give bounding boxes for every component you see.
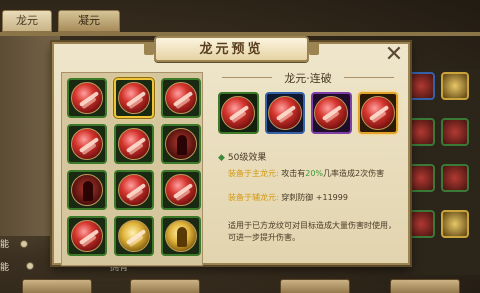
orb-slot[interactable] (67, 216, 107, 256)
set-slot-green[interactable] (218, 92, 259, 134)
effect-line-main: 装备于主龙元: 攻击有20%几率造成2次伤害 (228, 168, 400, 179)
slash-orb-icon (267, 96, 302, 130)
diamond-icon: ◆ (218, 153, 225, 163)
slash-orb-icon (118, 82, 150, 114)
background-button[interactable] (22, 279, 92, 293)
effect-line-aux: 装备于辅龙元: 穿刺防御 +11999 (228, 192, 400, 203)
modal-title-banner: 龙元预览 (144, 36, 319, 62)
set-title: 龙元·连破 (214, 70, 402, 86)
set-detail-panel: 龙元·连破 ◆ 50级效果 装备于主龙元: 攻击有20%几率造成2次伤害 装备于辅… (214, 62, 402, 266)
set-slot-purple[interactable] (311, 92, 352, 134)
set-slots-row (218, 92, 398, 136)
slash-orb-icon (165, 174, 197, 206)
effect-highlight: 20% (305, 169, 324, 178)
slash-orb-icon (165, 82, 197, 114)
figure-shape (177, 135, 187, 155)
tab-ningyuan[interactable]: 凝元 (58, 10, 120, 32)
effect-text: 攻击有 (281, 169, 306, 178)
gold-orb-icon (118, 220, 150, 252)
background-left-panel (0, 36, 60, 236)
background-gem-icon (407, 72, 435, 100)
background-gem-icon (441, 72, 469, 100)
orb-slot[interactable] (161, 170, 201, 210)
slash-orb-icon (221, 96, 256, 130)
red-orb-icon (71, 82, 103, 114)
background-gem-icon (407, 164, 435, 192)
slash-orb-icon (360, 96, 395, 130)
tab-longyuan[interactable]: 龙元 (2, 10, 52, 32)
background-button[interactable] (130, 279, 200, 293)
effect-heading: ◆ 50级效果 (218, 150, 266, 163)
background-right-grid (405, 70, 480, 275)
orb-slot[interactable] (67, 170, 107, 210)
effect-heading-text: 50级效果 (227, 153, 267, 163)
background-label: 能 (0, 240, 10, 250)
figure-shape (177, 227, 187, 247)
slash-orb-icon (314, 96, 349, 130)
background-gem-icon (407, 210, 435, 238)
effect-text: 几率造成2次伤害 (323, 169, 385, 178)
figure-shape (83, 181, 93, 201)
slash-orb-icon (71, 220, 103, 252)
background-button[interactable] (390, 279, 460, 293)
background-gem-icon (441, 210, 469, 238)
orb-slot[interactable] (114, 216, 154, 256)
warrior-orb-icon (165, 128, 197, 160)
set-slot-blue[interactable] (264, 92, 305, 134)
gold-figure-orb-icon (165, 220, 197, 252)
orb-slot[interactable] (114, 78, 154, 118)
burst-orb-icon (71, 128, 103, 160)
orb-slot[interactable] (114, 170, 154, 210)
dragon-orb-grid (61, 72, 203, 266)
radio-dot[interactable] (26, 262, 34, 270)
dragon-preview-modal: 龙元预览 ✕ 龙元·连破 ◆ 50级效果 装备于主龙元: 攻击有20%几率造成2次… (52, 36, 410, 266)
orb-slot[interactable] (161, 78, 201, 118)
orb-slot[interactable] (161, 124, 201, 164)
orb-slot[interactable] (67, 78, 107, 118)
background-gem-icon (441, 164, 469, 192)
orb-slot[interactable] (114, 124, 154, 164)
slash-orb-icon (118, 128, 150, 160)
effect-text: +11999 (313, 193, 348, 202)
slash-orb-icon (118, 174, 150, 206)
set-slot-orange[interactable] (357, 92, 398, 134)
background-label: 能 (0, 263, 10, 273)
radio-dot[interactable] (20, 240, 28, 248)
modal-title: 龙元预览 (199, 42, 264, 57)
effect-tag: 装备于主龙元: (228, 169, 279, 178)
warrior-orb-icon (71, 174, 103, 206)
background-gem-icon (441, 118, 469, 146)
effect-tag: 装备于辅龙元: (228, 193, 279, 202)
effect-text: 穿刺防御 (281, 193, 314, 202)
background-gem-icon (407, 118, 435, 146)
orb-slot[interactable] (67, 124, 107, 164)
orb-slot[interactable] (161, 216, 201, 256)
set-description: 适用于已方龙纹可对目标造成大量伤害时使用，可进一步提升伤害。 (228, 221, 396, 242)
background-button[interactable] (280, 279, 350, 293)
